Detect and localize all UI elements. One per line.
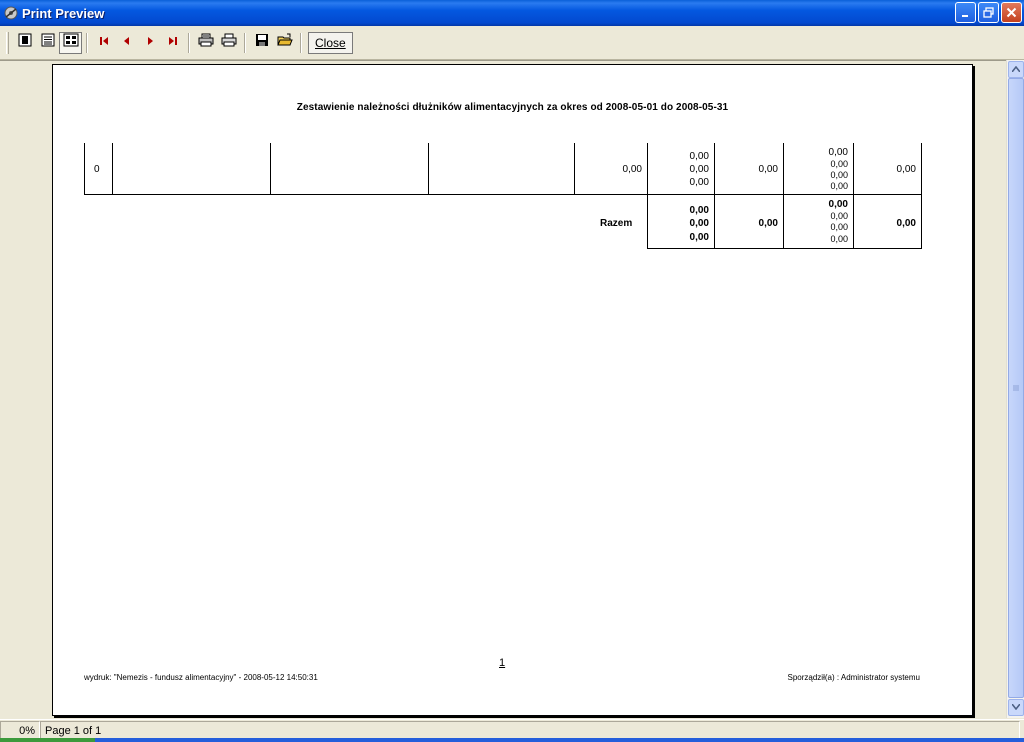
total-label: Razem — [600, 218, 633, 229]
page-number: 1 — [499, 657, 506, 669]
toolbar-separator — [188, 32, 190, 53]
continuous-button[interactable] — [36, 32, 59, 54]
taskbar-strip — [0, 738, 1024, 742]
total-col9: 0,00 — [896, 218, 916, 229]
grid-line — [428, 143, 429, 195]
report-page: Zestawienie należności dłużników aliment… — [52, 64, 973, 716]
scroll-down-icon — [1011, 703, 1021, 712]
app-icon — [3, 5, 19, 21]
close-preview-button[interactable]: Close — [308, 31, 353, 54]
total-col8-2: 0,00 — [830, 211, 848, 221]
footer-printout-info: wydruk: "Nemezis - fundusz alimentacyjny… — [84, 673, 318, 682]
toolbar-separator — [300, 32, 302, 53]
last-page-icon — [167, 34, 179, 52]
next-page-button[interactable] — [138, 32, 161, 54]
preview-area[interactable]: Zestawienie należności dłużników aliment… — [0, 60, 1006, 718]
total-col7: 0,00 — [758, 218, 778, 229]
total-col8-3: 0,00 — [830, 222, 848, 232]
scroll-up-button[interactable] — [1008, 61, 1024, 78]
save-button[interactable] — [250, 32, 273, 54]
prev-page-button[interactable] — [115, 32, 138, 54]
close-window-button[interactable] — [1001, 2, 1022, 23]
row-col8-1: 0,00 — [828, 147, 848, 158]
grid-line — [270, 143, 271, 195]
grid-line — [714, 143, 715, 249]
save-icon — [255, 33, 269, 52]
window-title: Print Preview — [22, 5, 105, 21]
total-col6-1: 0,00 — [689, 205, 709, 216]
toolbar: Close — [0, 26, 1024, 60]
open-icon — [276, 33, 293, 52]
toolbar-separator — [86, 32, 88, 53]
grid-line — [84, 143, 85, 195]
grid-line — [84, 194, 922, 195]
row-col9: 0,00 — [896, 164, 916, 175]
print-button[interactable] — [217, 32, 240, 54]
multi-page-icon — [63, 33, 79, 52]
one-page-icon — [18, 33, 32, 52]
first-page-icon — [98, 34, 110, 52]
multi-page-button[interactable] — [59, 31, 82, 54]
grid-line — [112, 143, 113, 195]
first-page-button[interactable] — [92, 32, 115, 54]
grid-line — [921, 143, 922, 249]
last-page-button[interactable] — [161, 32, 184, 54]
report-title: Zestawienie należności dłużników aliment… — [296, 102, 729, 113]
row-col5: 0,00 — [622, 164, 642, 175]
printer-setup-icon — [198, 33, 214, 52]
total-col6-2: 0,00 — [689, 218, 709, 229]
scroll-thumb[interactable] — [1008, 78, 1024, 698]
next-page-icon — [144, 34, 156, 52]
row-col6-3: 0,00 — [689, 177, 709, 188]
minimize-button[interactable] — [955, 2, 976, 23]
row-col6-1: 0,00 — [689, 151, 709, 162]
total-col6-3: 0,00 — [689, 232, 709, 243]
scroll-up-icon — [1011, 65, 1021, 74]
vertical-scrollbar[interactable] — [1006, 60, 1024, 718]
printer-setup-button[interactable] — [194, 32, 217, 54]
grid-line — [853, 143, 854, 249]
restore-button[interactable] — [978, 2, 999, 23]
total-col8-1: 0,00 — [828, 199, 848, 210]
open-button[interactable] — [273, 32, 296, 54]
toolbar-separator — [244, 32, 246, 53]
print-icon — [221, 33, 237, 52]
grip-icon — [1013, 385, 1019, 391]
one-page-button[interactable] — [13, 32, 36, 54]
footer-author: Sporządził(a) : Administrator systemu — [787, 673, 921, 682]
title-bar: Print Preview — [0, 0, 1024, 26]
grid-line — [647, 248, 922, 249]
row-col7: 0,00 — [758, 164, 778, 175]
row-col6-2: 0,00 — [689, 164, 709, 175]
row-col8-2: 0,00 — [830, 159, 848, 169]
row-lp: 0 — [94, 164, 100, 175]
total-col8-4: 0,00 — [830, 234, 848, 244]
row-col8-3: 0,00 — [830, 170, 848, 180]
row-col8-4: 0,00 — [830, 181, 848, 191]
toolbar-grip[interactable] — [6, 31, 9, 54]
scroll-down-button[interactable] — [1008, 699, 1024, 716]
continuous-icon — [41, 33, 55, 52]
prev-page-icon — [121, 34, 133, 52]
